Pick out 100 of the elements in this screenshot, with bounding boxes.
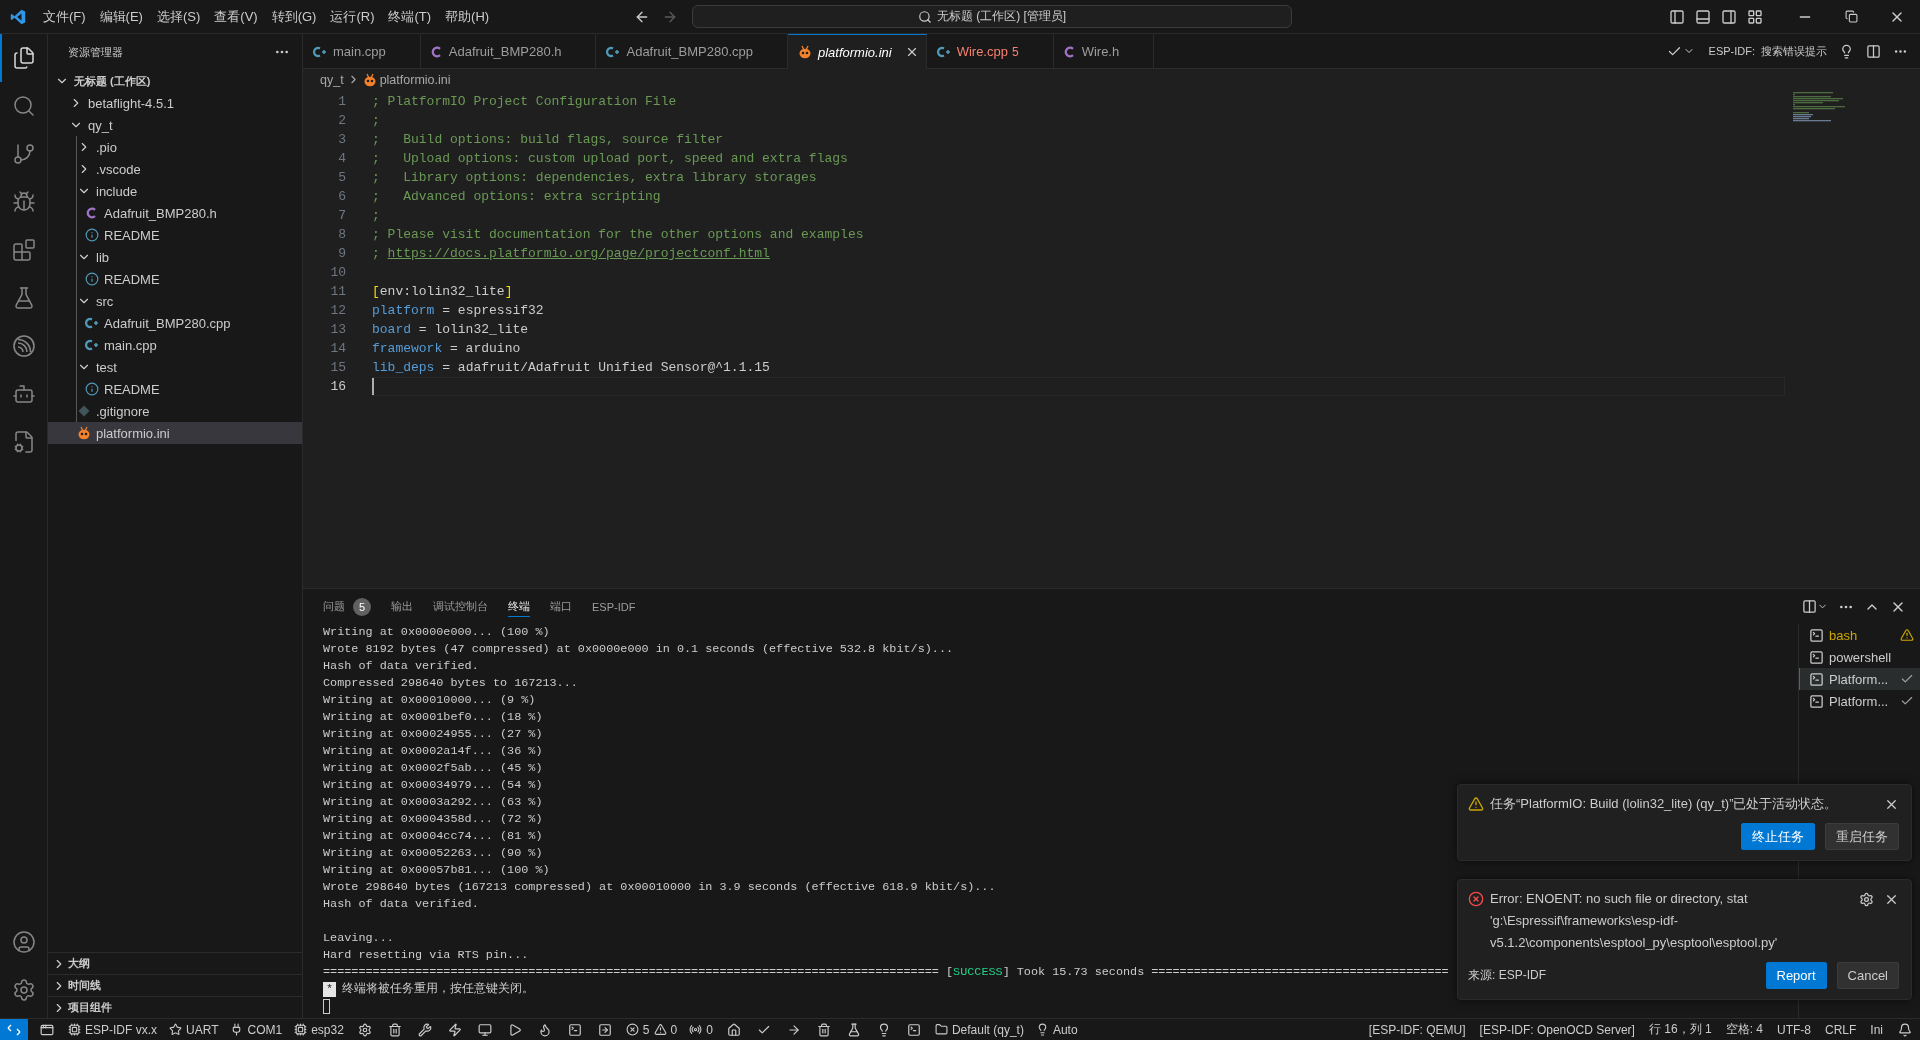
settings-icon[interactable]	[1859, 891, 1874, 907]
folder-item[interactable]: betaflight-4.5.1	[48, 92, 302, 114]
code-line: ; PlatformIO Project Configuration File	[372, 94, 677, 109]
file-item[interactable]: .gitignore	[48, 400, 302, 422]
monitor-icon[interactable]	[477, 1022, 492, 1037]
restore-icon[interactable]	[1844, 10, 1858, 23]
notification-button[interactable]: 重启任务	[1825, 823, 1899, 850]
terminal-tab[interactable]: powershell	[1799, 646, 1920, 668]
menu-item[interactable]: 帮助(H)	[438, 5, 497, 28]
status-item[interactable]: COM1	[224, 1019, 289, 1040]
menu-item[interactable]: 终端(T)	[381, 5, 439, 28]
terminal-icon[interactable]	[567, 1022, 582, 1037]
layout-icon[interactable]	[1747, 8, 1763, 25]
terminal-line: Leaving...	[323, 931, 394, 945]
file-item[interactable]: README	[48, 224, 302, 246]
bolt-icon[interactable]	[447, 1022, 462, 1037]
file-item[interactable]: README	[48, 268, 302, 290]
gear-icon[interactable]	[357, 1022, 372, 1037]
status-item[interactable]: 行 16，列 1	[1641, 1019, 1719, 1040]
terminal-icon[interactable]	[906, 1022, 921, 1037]
sidebar-section[interactable]: 时间线	[48, 974, 302, 996]
flask-icon	[12, 286, 36, 310]
flame-icon[interactable]	[537, 1022, 552, 1037]
status-item[interactable]: esp32	[288, 1019, 350, 1040]
check-icon	[1900, 672, 1914, 686]
menu-item[interactable]: 选择(S)	[149, 5, 208, 28]
line-number: 14	[329, 340, 346, 358]
trash-icon[interactable]	[816, 1022, 831, 1037]
status-item[interactable]: UART	[163, 1019, 225, 1040]
link[interactable]: https://docs.platformio.org/page/projectconf.html	[387, 246, 770, 261]
terminal-tab[interactable]: Platform...	[1799, 668, 1920, 690]
status-item[interactable]: Ini	[1863, 1019, 1890, 1040]
folder-item[interactable]: .vscode	[48, 158, 302, 180]
panel-tab[interactable]: 端口	[540, 589, 582, 624]
folder-item[interactable]: lib	[48, 246, 302, 268]
line-number: 8	[337, 226, 346, 244]
status-item[interactable]: [ESP-IDF: OpenOCD Server]	[1472, 1019, 1642, 1040]
arrow-right-icon[interactable]	[786, 1022, 801, 1037]
panel-tab[interactable]: 终端	[498, 589, 540, 624]
search-error-hint-button[interactable]: 搜索错误提示	[1761, 43, 1827, 59]
line-number: 12	[329, 302, 346, 320]
terminal-line: Writing at 0x00024955... (27 %)	[323, 727, 543, 741]
sidebar-toggle-icon[interactable]	[1669, 8, 1685, 25]
menu-item[interactable]: 转到(G)	[264, 5, 324, 28]
file-item[interactable]: Adafruit_BMP280.cpp	[48, 312, 302, 334]
folder-item[interactable]: include	[48, 180, 302, 202]
notification-button[interactable]: Report	[1765, 962, 1827, 989]
file-item[interactable]: main.cpp	[48, 334, 302, 356]
menu-item[interactable]: 运行(R)	[323, 5, 382, 28]
home-icon[interactable]	[726, 1022, 741, 1037]
play-icon[interactable]	[507, 1022, 522, 1037]
status-item[interactable]: UTF-8	[1769, 1019, 1818, 1040]
notification-button[interactable]: Cancel	[1836, 962, 1899, 989]
secondary-sidebar-icon[interactable]	[1721, 8, 1737, 25]
remote-button[interactable]	[0, 1019, 28, 1040]
bulb-icon[interactable]	[1839, 43, 1854, 59]
breadcrumb-item[interactable]: qy_t	[320, 72, 344, 87]
folder-item[interactable]: qy_t	[48, 114, 302, 136]
panel-tab[interactable]: ESP-IDF	[582, 589, 646, 624]
folder-item[interactable]: .pio	[48, 136, 302, 158]
folder-item[interactable]: src	[48, 290, 302, 312]
flask-icon[interactable]	[846, 1022, 861, 1037]
workspace-header[interactable]: 无标题 (工作区)	[48, 70, 302, 92]
account-icon[interactable]	[12, 930, 36, 954]
panel-tab[interactable]: 输出	[381, 589, 423, 624]
status-item[interactable]: 空格: 4	[1718, 1019, 1770, 1040]
cpp-file-icon	[313, 45, 327, 58]
trash-icon[interactable]	[387, 1022, 402, 1037]
status-item[interactable]: ESP-IDF vx.x	[62, 1019, 163, 1040]
sidebar-section[interactable]: 大纲	[48, 952, 302, 974]
window-icon[interactable]	[40, 1022, 54, 1037]
panel-tab[interactable]: 问题 5	[313, 589, 381, 624]
menu-item[interactable]: 文件(F)	[36, 5, 93, 28]
alien-icon	[797, 45, 812, 59]
folder-item[interactable]: test	[48, 356, 302, 378]
terminal-tab[interactable]: bash	[1799, 624, 1920, 646]
split-editor-icon[interactable]	[1866, 43, 1881, 59]
status-item[interactable]: Auto	[1029, 1019, 1084, 1040]
status-item[interactable]: 0	[683, 1019, 719, 1040]
status-item[interactable]: [ESP-IDF: QEMU]	[1361, 1019, 1473, 1040]
editor-tab[interactable]: platformio.ini	[787, 34, 927, 69]
status-item[interactable]: Default (qy_t)	[928, 1019, 1030, 1040]
file-item[interactable]: README	[48, 378, 302, 400]
panel-tab[interactable]: 调试控制台	[423, 589, 498, 624]
menu-item[interactable]: 查看(V)	[207, 5, 265, 28]
file-item[interactable]: platformio.ini	[48, 422, 302, 444]
notification-button[interactable]: 终止任务	[1741, 823, 1815, 850]
panel-toggle-icon[interactable]	[1695, 8, 1711, 25]
breadcrumb-item[interactable]: platformio.ini	[379, 72, 451, 87]
wrench-icon[interactable]	[417, 1022, 432, 1037]
problems-status[interactable]: 5 0	[619, 1019, 684, 1040]
arrow-box-icon[interactable]	[597, 1022, 612, 1037]
menu-item[interactable]: 编辑(E)	[92, 5, 150, 28]
bell-icon[interactable]	[1898, 1022, 1912, 1037]
file-item[interactable]: Adafruit_BMP280.h	[48, 202, 302, 224]
split-terminal-icon[interactable]	[1802, 599, 1817, 614]
status-item[interactable]: CRLF	[1817, 1019, 1864, 1040]
terminal-tab[interactable]: Platform...	[1799, 690, 1920, 712]
command-search[interactable]: 无标题 (工作区) [管理员]	[692, 5, 1292, 28]
settings-icon[interactable]	[12, 978, 36, 1002]
